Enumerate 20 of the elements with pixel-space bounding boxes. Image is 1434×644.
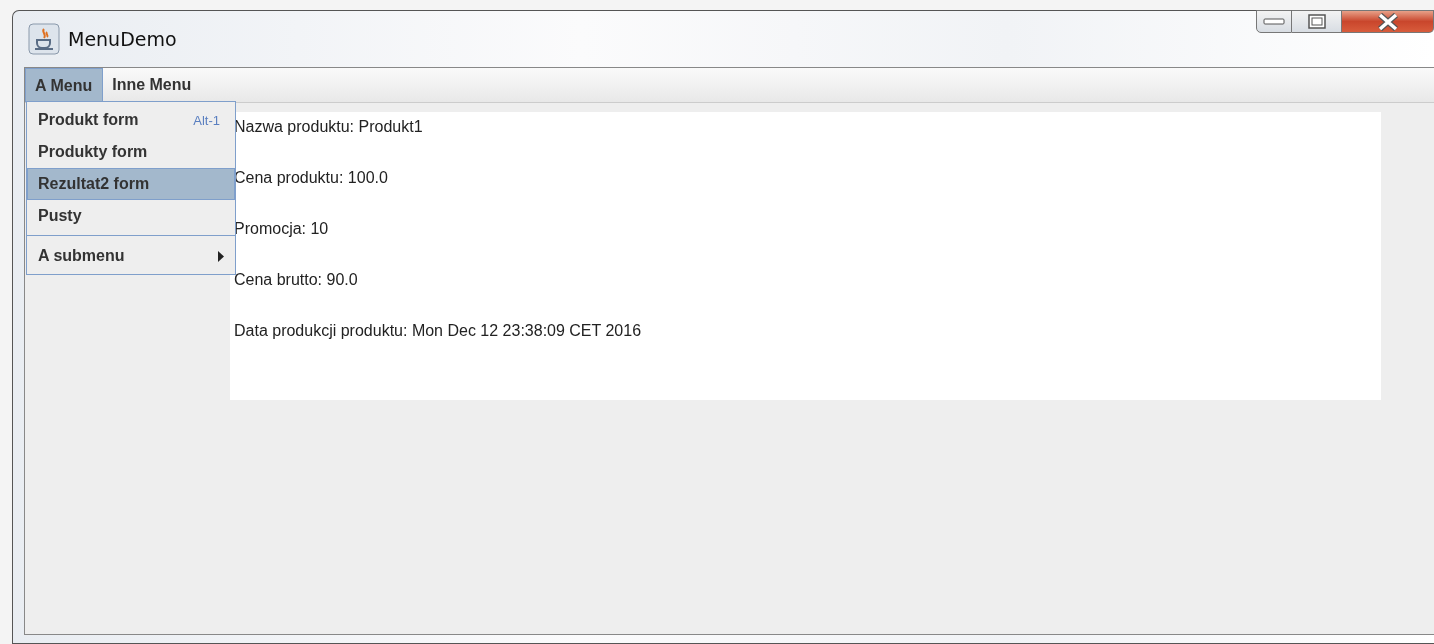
- menu-item[interactable]: Produkty form: [27, 136, 235, 168]
- window-title: MenuDemo: [68, 28, 177, 50]
- info-text: Cena brutto: 90.0: [234, 270, 359, 290]
- submenu-arrow-icon: [218, 250, 224, 262]
- menu-item[interactable]: A submenu: [27, 240, 235, 272]
- close-icon: [1376, 12, 1399, 31]
- shortcut-label: Alt-1: [193, 112, 221, 128]
- minimize-icon: [1263, 17, 1285, 26]
- close-button[interactable]: [1342, 10, 1434, 33]
- info-text: Data produkcji produktu: Mon Dec 12 23:38:09 CET 2016: [234, 321, 643, 341]
- menu-item[interactable]: Pusty: [27, 200, 235, 232]
- menu-item[interactable]: Inne Menu: [103, 68, 202, 102]
- info-text: Cena produktu: 100.0: [234, 168, 389, 188]
- maximize-button[interactable]: [1292, 10, 1342, 33]
- menu-item[interactable]: Rezultat2 form: [27, 168, 235, 200]
- maximize-icon: [1307, 14, 1326, 29]
- minimize-button[interactable]: [1256, 10, 1292, 33]
- menu-item[interactable]: A Menu: [25, 68, 104, 102]
- java-cup-icon: [28, 23, 60, 55]
- menu-item[interactable]: Produkt form Alt-1: [27, 104, 235, 136]
